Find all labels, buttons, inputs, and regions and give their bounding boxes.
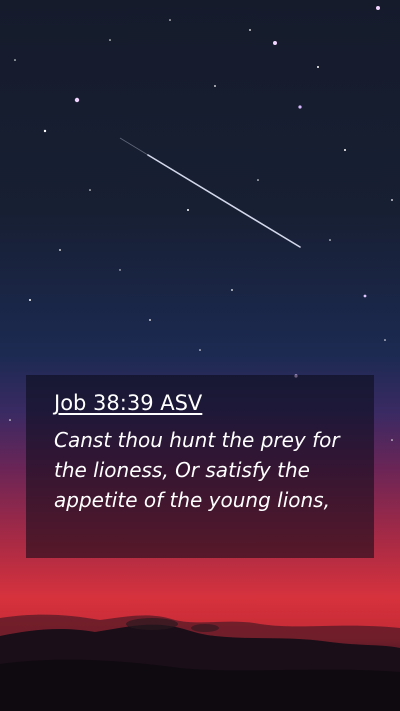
verse-text: Canst thou hunt the prey for the lioness… bbox=[54, 428, 340, 512]
verse-reference[interactable]: Job 38:39 ASV bbox=[54, 391, 202, 415]
horizon-silhouette bbox=[0, 614, 400, 711]
verse-card: Job 38:39 ASV Canst thou hunt the prey f… bbox=[26, 375, 374, 558]
